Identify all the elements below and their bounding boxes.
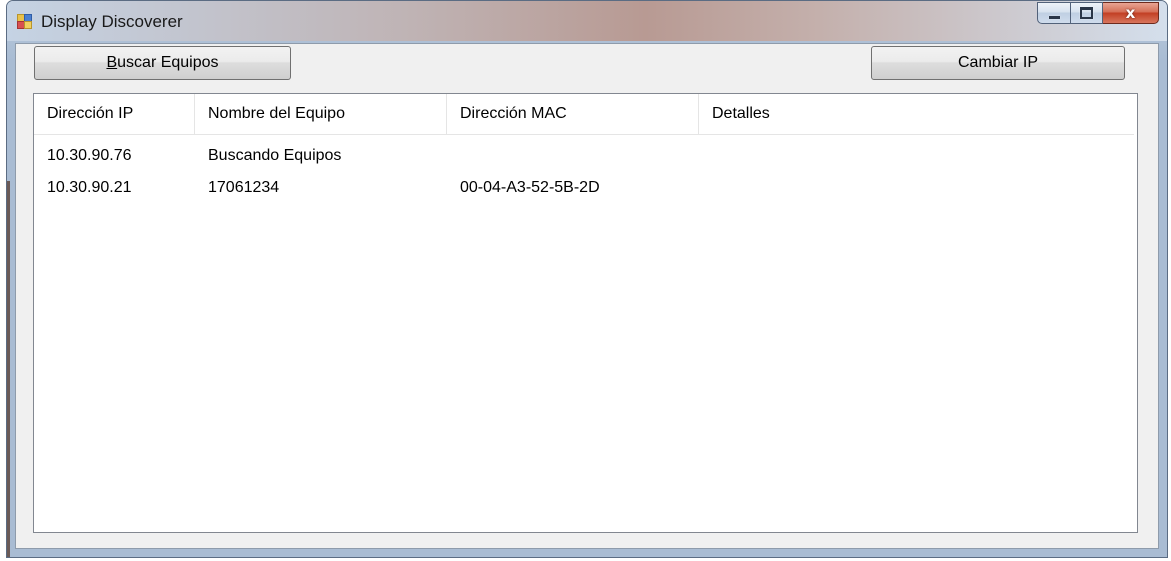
window-title: Display Discoverer: [41, 12, 183, 31]
cell-ip: 10.30.90.21: [47, 179, 132, 196]
cell-mac: 00-04-A3-52-5B-2D: [460, 179, 600, 196]
minimize-button[interactable]: [1037, 2, 1071, 24]
column-header-detalles[interactable]: Detalles: [699, 94, 1134, 134]
cell-nombre: 17061234: [208, 179, 280, 196]
buscar-label: uscar Equipos: [117, 54, 219, 71]
list-row[interactable]: 10.30.90.76 Buscando Equipos: [34, 140, 1134, 172]
close-button[interactable]: x: [1103, 2, 1159, 24]
column-header-ip[interactable]: Dirección IP: [34, 94, 195, 134]
cell-ip: 10.30.90.76: [47, 147, 132, 164]
app-window-icon[interactable]: [17, 14, 33, 30]
column-header-nombre[interactable]: Nombre del Equipo: [195, 94, 447, 134]
maximize-button[interactable]: [1071, 2, 1103, 24]
minimize-icon: [1048, 15, 1060, 19]
cambiar-ip-label: Cambiar IP: [957, 54, 1039, 71]
buscar-equipos-button[interactable]: Buscar Equipos: [34, 46, 291, 80]
cell-detalles: [699, 172, 1134, 204]
buscar-mnemonic: B: [106, 54, 118, 71]
listview-header: Dirección IP Nombre del Equipo Dirección…: [34, 94, 1134, 135]
list-row[interactable]: 10.30.90.21 17061234 00-04-A3-52-5B-2D: [34, 172, 1134, 204]
cambiar-ip-button[interactable]: Cambiar IP: [871, 46, 1125, 80]
cell-detalles: [699, 140, 1134, 172]
equipos-listview[interactable]: Dirección IP Nombre del Equipo Dirección…: [33, 93, 1138, 533]
title-bar[interactable]: Display Discoverer x: [7, 1, 1167, 41]
close-icon: x: [1125, 3, 1136, 22]
maximize-icon: [1080, 7, 1093, 19]
cell-nombre: Buscando Equipos: [208, 147, 342, 164]
column-header-mac[interactable]: Dirección MAC: [447, 94, 699, 134]
window-controls: x: [1037, 2, 1159, 26]
cell-mac: [447, 140, 699, 172]
